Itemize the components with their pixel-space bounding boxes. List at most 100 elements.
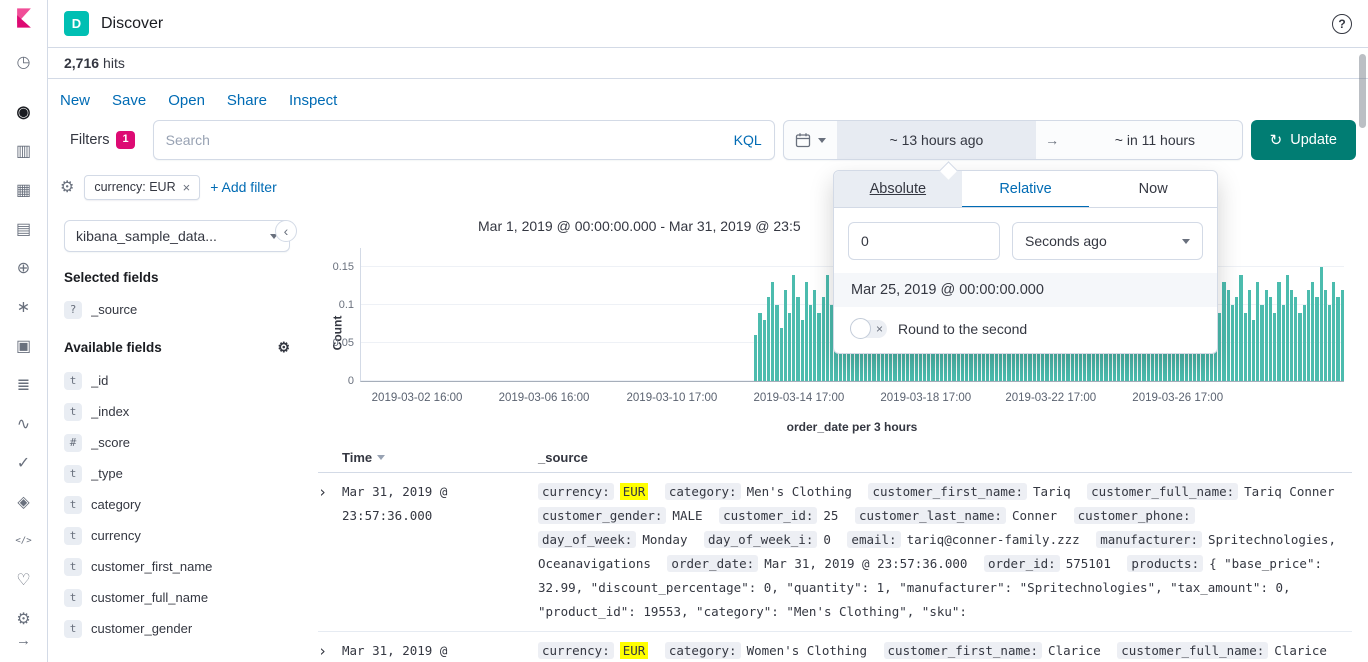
discover-app-badge[interactable]: D [64,11,89,36]
index-pattern-select[interactable]: kibana_sample_data... [64,220,290,252]
histogram-bar [792,275,795,381]
update-button[interactable]: ↻ Update [1251,120,1356,160]
date-preview: Mar 25, 2019 @ 00:00:00.000 [834,273,1217,307]
maps-icon[interactable]: ⊕ [12,257,36,281]
field-item-_id[interactable]: t_id [64,365,290,396]
discover-icon[interactable]: ◉ [12,101,36,125]
field-item-_index[interactable]: t_index [64,396,290,427]
search-input[interactable] [166,132,726,148]
apm-icon[interactable]: ∿ [12,413,36,437]
help-icon[interactable]: ? [1332,14,1352,34]
menu-inspect-link[interactable]: Inspect [289,92,337,109]
menu-row: New Save Open Share Inspect [48,79,1368,120]
toggle-off-icon: × [876,320,883,338]
menu-share-link[interactable]: Share [227,92,267,109]
histogram-bar [1231,305,1234,381]
kibana-logo[interactable] [0,0,47,37]
histogram-bar [1256,282,1259,381]
kql-selector[interactable]: KQL [726,132,762,148]
histogram-bar [780,328,783,381]
relative-unit-select[interactable]: Seconds ago [1012,222,1203,260]
source-field-name: day_of_week_i: [704,531,817,548]
relative-amount-input[interactable] [848,222,1000,260]
highlighted-value: EUR [620,483,649,500]
y-tick-label: 0.1 [339,299,354,311]
search-box: KQL [153,120,775,160]
field-item-_source[interactable]: ?_source [64,294,290,325]
field-item-category[interactable]: tcategory [64,489,290,520]
x-tick-label: 2019-03-10 17:00 [627,392,718,404]
source-field-name: products: [1127,555,1203,572]
histogram-bar [1244,313,1247,381]
query-bar: Filters 1 KQL ~ 13 hours ago [48,120,1368,160]
filters-count-badge: 1 [116,131,134,148]
recent-icon[interactable]: ◷ [12,51,36,75]
menu-new-link[interactable]: New [60,92,90,109]
field-item-customer_gender[interactable]: tcustomer_gender [64,613,290,644]
field-item-customer_first_name[interactable]: tcustomer_first_name [64,551,290,582]
visualize-icon[interactable]: ▥ [12,140,36,164]
x-tick-label: 2019-03-14 17:00 [753,392,844,404]
time-column-header[interactable]: Time [342,450,538,465]
table-row: ›Mar 31, 2019 @ 23:57:36.000currency:EUR… [318,473,1352,632]
filters-button[interactable]: Filters 1 [60,120,145,160]
date-start-button[interactable]: ~ 13 hours ago [837,121,1037,159]
available-fields-title: Available fields [64,340,162,355]
refresh-icon: ↻ [1270,131,1283,149]
field-item-currency[interactable]: tcurrency [64,520,290,551]
collapse-fields-panel-button[interactable]: ‹ [275,220,297,242]
source-field-name: category: [665,483,741,500]
y-tick-label: 0.05 [333,337,354,349]
remove-filter-icon[interactable]: × [183,180,191,195]
expand-nav-icon[interactable]: → [12,632,36,650]
histogram-bar [1324,290,1327,381]
field-name: customer_first_name [91,559,212,574]
source-field-name: customer_first_name: [868,483,1027,500]
canvas-icon[interactable]: ▤ [12,218,36,242]
histogram-bar [1290,290,1293,381]
machine-learning-icon[interactable]: ∗ [12,296,36,320]
management-icon[interactable]: ⚙ [12,608,36,632]
siem-icon[interactable]: ◈ [12,491,36,515]
logs-icon[interactable]: ≣ [12,374,36,398]
metrics-icon[interactable]: ▣ [12,335,36,359]
expand-row-icon[interactable]: › [318,639,342,662]
hits-bar: 2,716 hits [48,48,1368,79]
stack-monitoring-icon[interactable]: ♡ [12,569,36,593]
histogram-bar [754,335,757,381]
field-name: category [91,497,141,512]
datepicker-calendar-button[interactable] [784,121,837,159]
field-item-_type[interactable]: t_type [64,458,290,489]
field-filter-gear-icon[interactable]: ⚙ [277,339,290,356]
doc-table: Time _source ›Mar 31, 2019 @ 23:57:36.00… [318,444,1352,662]
uptime-icon[interactable]: ✓ [12,452,36,476]
dev-tools-icon[interactable]: </> [12,530,36,554]
histogram-bar [1227,290,1230,381]
field-name: currency [91,528,141,543]
field-item-_score[interactable]: #_score [64,427,290,458]
source-field-value: Women's Clothing [747,643,867,658]
tab-absolute[interactable]: Absolute [834,171,962,208]
tab-relative[interactable]: Relative [962,171,1090,208]
dashboard-icon[interactable]: ▦ [12,179,36,203]
toggle-knob-icon [850,318,871,339]
histogram-bar [1265,290,1268,381]
field-type-icon: t [64,403,82,421]
doc-table-body: ›Mar 31, 2019 @ 23:57:36.000currency:EUR… [318,473,1352,662]
field-type-icon: ? [64,301,82,319]
histogram-bar [763,320,766,381]
filter-pill[interactable]: currency: EUR × [84,175,200,200]
scrollbar[interactable] [1359,54,1366,128]
filter-options-gear-icon[interactable]: ⚙ [60,177,74,197]
tab-now[interactable]: Now [1089,171,1217,208]
x-tick-label: 2019-03-22 17:00 [1005,392,1096,404]
date-end-button[interactable]: ~ in 11 hours [1068,132,1241,148]
source-field-name: customer_full_name: [1087,483,1238,500]
add-filter-button[interactable]: + Add filter [210,179,277,195]
expand-row-icon[interactable]: › [318,480,342,504]
field-item-customer_full_name[interactable]: tcustomer_full_name [64,582,290,613]
source-field-name: order_date: [667,555,758,572]
menu-open-link[interactable]: Open [168,92,205,109]
menu-save-link[interactable]: Save [112,92,146,109]
round-toggle[interactable]: × [851,320,887,338]
